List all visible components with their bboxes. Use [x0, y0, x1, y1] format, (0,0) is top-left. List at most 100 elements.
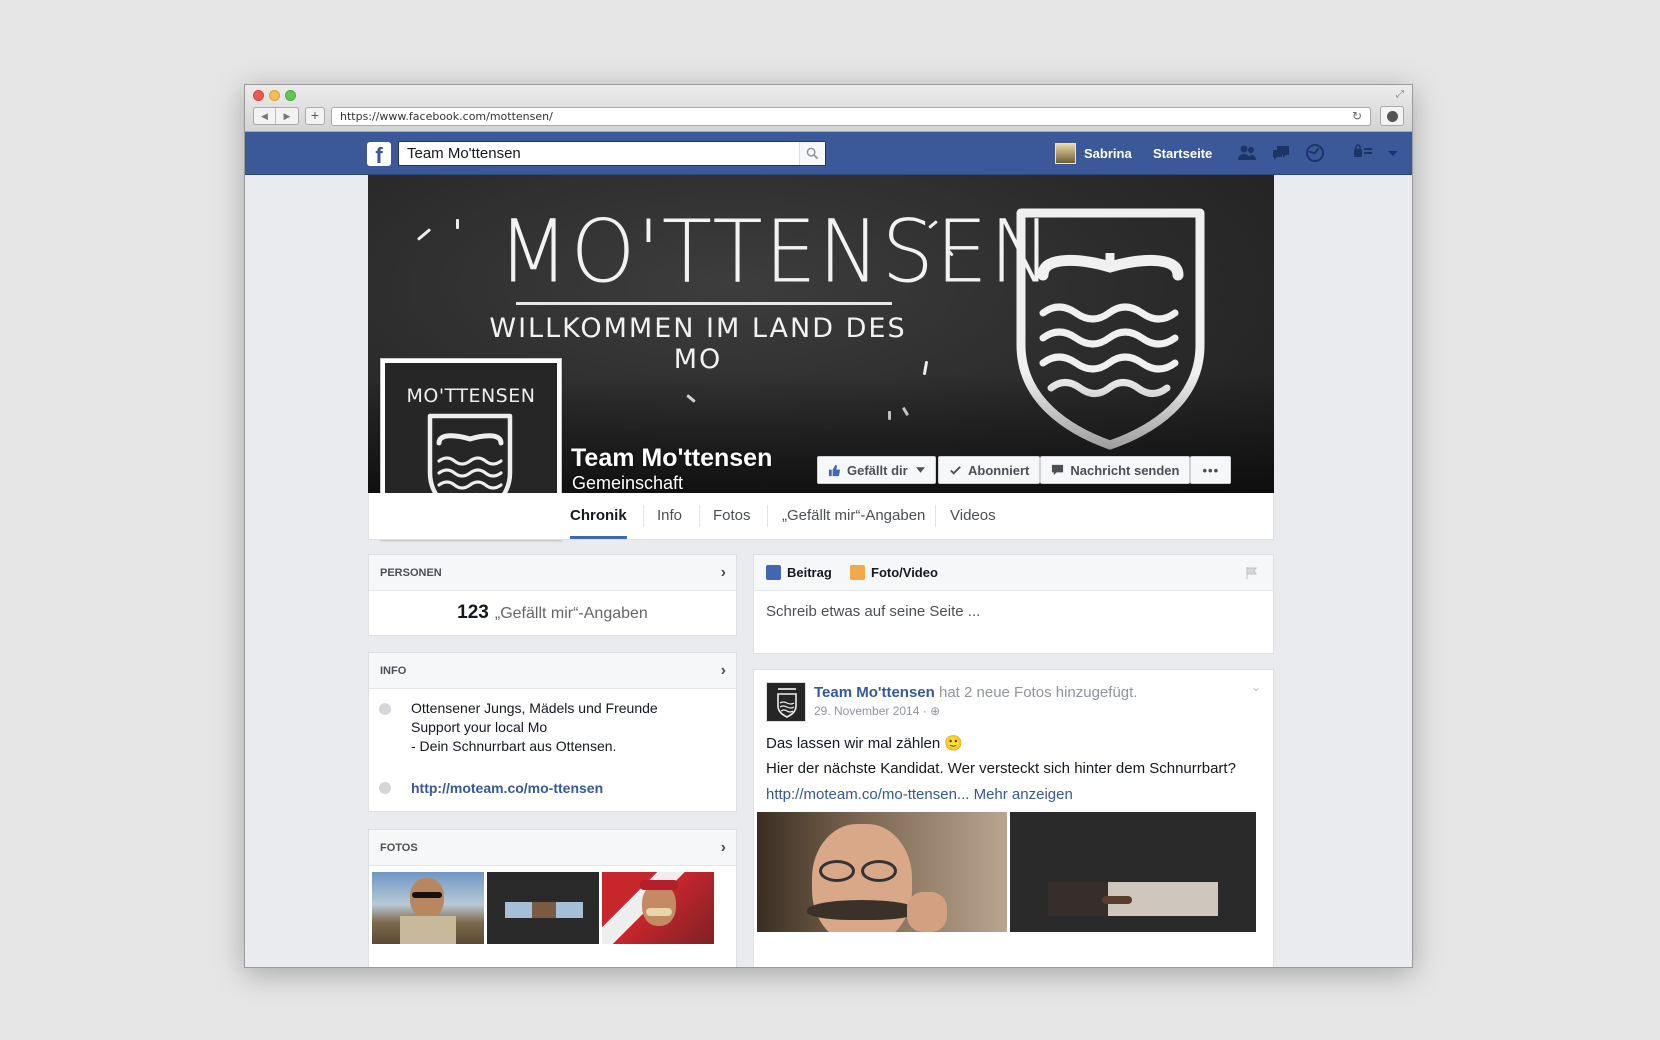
- more-icon: •••: [1202, 462, 1220, 478]
- user-name: Sabrina: [1084, 146, 1132, 161]
- composer-tab-post[interactable]: Beitrag: [766, 565, 832, 580]
- chevron-down-icon: [915, 467, 925, 473]
- website-icon: [379, 782, 391, 794]
- message-bubble-icon: [1052, 464, 1064, 475]
- like-button[interactable]: Gefällt dir: [817, 456, 936, 484]
- composer-tab-photo[interactable]: Foto/Video: [850, 565, 938, 580]
- address-bar[interactable]: https://www.facebook.com/mottensen/ ↻: [331, 107, 1371, 126]
- browser-toolbar: ⤢ ◀ ▶ + https://www.facebook.com/mottens…: [245, 85, 1412, 132]
- composer-post-label: Beitrag: [787, 565, 832, 580]
- checkmark-icon: [950, 465, 961, 475]
- people-header[interactable]: PERSONEN ›: [369, 555, 736, 591]
- post-author-avatar[interactable]: [766, 682, 806, 722]
- account-menu-chevron-down-icon[interactable]: [1387, 145, 1399, 163]
- composer: Beitrag Foto/Video Schreib etwas auf sei…: [753, 554, 1274, 654]
- search-icon[interactable]: [799, 142, 825, 165]
- post-header: Team Mo'ttensen hat 2 neue Fotos hinzuge…: [814, 684, 1137, 701]
- tab-fotos[interactable]: Fotos: [713, 493, 751, 539]
- timeline-post: Team Mo'ttensen hat 2 neue Fotos hinzuge…: [753, 669, 1274, 967]
- fullscreen-icon[interactable]: ⤢: [1396, 89, 1404, 100]
- post-text-line: Das lassen wir mal zählen 🙂: [766, 735, 964, 752]
- likes-label: „Gefällt mir“-Angaben: [494, 605, 648, 622]
- page-actions: Abonniert Nachricht senden •••: [938, 456, 1232, 484]
- post-photo[interactable]: [757, 812, 1007, 932]
- notifications-globe-icon[interactable]: [1303, 142, 1327, 164]
- tab-videos[interactable]: Videos: [950, 493, 996, 539]
- post-options-chevron-down-icon[interactable]: ⌄: [1251, 680, 1261, 694]
- window-controls: [253, 90, 296, 101]
- facebook-header: f Team Mo'ttensen Sabrina Startseite: [245, 132, 1412, 175]
- info-header[interactable]: INFO ›: [369, 653, 736, 689]
- history-nav: ◀ ▶: [253, 107, 299, 125]
- pencil-icon: [766, 565, 781, 580]
- facebook-logo-icon[interactable]: f: [367, 142, 391, 166]
- tab-chronik[interactable]: Chronik: [570, 493, 627, 539]
- photo-thumbnail[interactable]: [372, 872, 484, 944]
- tab-likes[interactable]: „Gefällt mir“-Angaben: [782, 493, 925, 539]
- info-line: - Dein Schnurrbart aus Ottensen.: [411, 738, 617, 754]
- message-label: Nachricht senden: [1070, 462, 1180, 478]
- browser-window: ⤢ ◀ ▶ + https://www.facebook.com/mottens…: [244, 84, 1413, 968]
- photo-thumbnail[interactable]: [602, 872, 714, 944]
- post-timestamp[interactable]: 29. November 2014 · ⊕: [814, 704, 940, 718]
- friend-requests-icon[interactable]: [1235, 142, 1259, 164]
- new-tab-button[interactable]: +: [305, 107, 325, 125]
- website-link[interactable]: http://moteam.co/mo-ttensen: [411, 780, 603, 796]
- likes-count: 123: [457, 602, 489, 623]
- profile-picture-title: MO'TTENSEN: [406, 385, 536, 407]
- photo-icon: [850, 565, 865, 580]
- post-date: 29. November 2014 ·: [814, 704, 927, 718]
- tab-info[interactable]: Info: [657, 493, 682, 539]
- minimize-window-button[interactable]: [269, 90, 280, 101]
- follow-button[interactable]: Abonniert: [938, 456, 1041, 484]
- follow-label: Abonniert: [968, 462, 1030, 478]
- send-message-button[interactable]: Nachricht senden: [1040, 456, 1191, 484]
- zoom-window-button[interactable]: [285, 90, 296, 101]
- photo-thumbnail[interactable]: [487, 872, 599, 944]
- thumbs-up-icon: [828, 464, 841, 476]
- close-window-button[interactable]: [253, 90, 264, 101]
- composer-input[interactable]: Schreib etwas auf seine Seite ...: [766, 603, 980, 620]
- avatar: [1055, 143, 1076, 164]
- info-heading: INFO: [380, 665, 407, 677]
- reload-icon[interactable]: ↻: [1352, 108, 1362, 125]
- people-heading: PERSONEN: [380, 567, 442, 579]
- photos-heading: FOTOS: [380, 842, 418, 854]
- page-tabs: Chronik Info Fotos „Gefällt mir“-Angaben…: [368, 493, 1274, 540]
- post-link-row: http://moteam.co/mo-ttensen... Mehr anze…: [766, 786, 1073, 803]
- flag-icon[interactable]: [1245, 566, 1259, 580]
- photos-header[interactable]: FOTOS ›: [369, 830, 736, 866]
- post-link[interactable]: http://moteam.co/mo-ttensen: [766, 786, 957, 803]
- info-line: Ottensener Jungs, Mädels und Freunde: [411, 700, 658, 716]
- back-icon[interactable]: ◀: [254, 108, 276, 124]
- public-globe-icon: ⊕: [930, 704, 941, 718]
- people-panel: PERSONEN › 123 „Gefällt mir“-Angaben: [368, 554, 737, 636]
- address-url: https://www.facebook.com/mottensen/: [340, 110, 553, 123]
- notification-icons: [1235, 142, 1327, 164]
- post-text-line: Hier der nächste Kandidat. Wer versteckt…: [766, 760, 1236, 777]
- photos-panel: FOTOS ›: [368, 829, 737, 967]
- more-options-button[interactable]: •••: [1190, 456, 1232, 484]
- privacy-shortcuts-icon[interactable]: [1353, 144, 1373, 163]
- search-input[interactable]: Team Mo'ttensen: [398, 141, 826, 166]
- forward-icon[interactable]: ▶: [276, 108, 298, 124]
- post-photo[interactable]: [1010, 812, 1256, 932]
- cover-title: MO'TTENSEN: [498, 202, 1053, 303]
- info-panel: INFO › Ottensener Jungs, Mädels und Freu…: [368, 652, 737, 812]
- messages-icon[interactable]: [1269, 142, 1293, 164]
- chevron-right-icon: ›: [720, 839, 726, 856]
- chevron-right-icon: ›: [720, 662, 726, 679]
- info-line: Support your local Mo: [411, 719, 548, 735]
- likes-count-row[interactable]: 123 „Gefällt mir“-Angaben: [369, 591, 736, 624]
- page-category: Gemeinschaft: [572, 473, 684, 493]
- like-label: Gefällt dir: [847, 462, 908, 478]
- post-author-link[interactable]: Team Mo'ttensen: [814, 684, 935, 701]
- info-icon: [379, 703, 391, 715]
- chevron-right-icon: ›: [720, 564, 726, 581]
- downloads-button[interactable]: [1380, 106, 1404, 126]
- like-actions: Gefällt dir: [817, 456, 936, 484]
- search-value: Team Mo'ttensen: [407, 145, 521, 162]
- home-link[interactable]: Startseite: [1153, 146, 1212, 161]
- profile-link[interactable]: Sabrina: [1055, 143, 1132, 164]
- see-more-link[interactable]: ... Mehr anzeigen: [957, 786, 1073, 803]
